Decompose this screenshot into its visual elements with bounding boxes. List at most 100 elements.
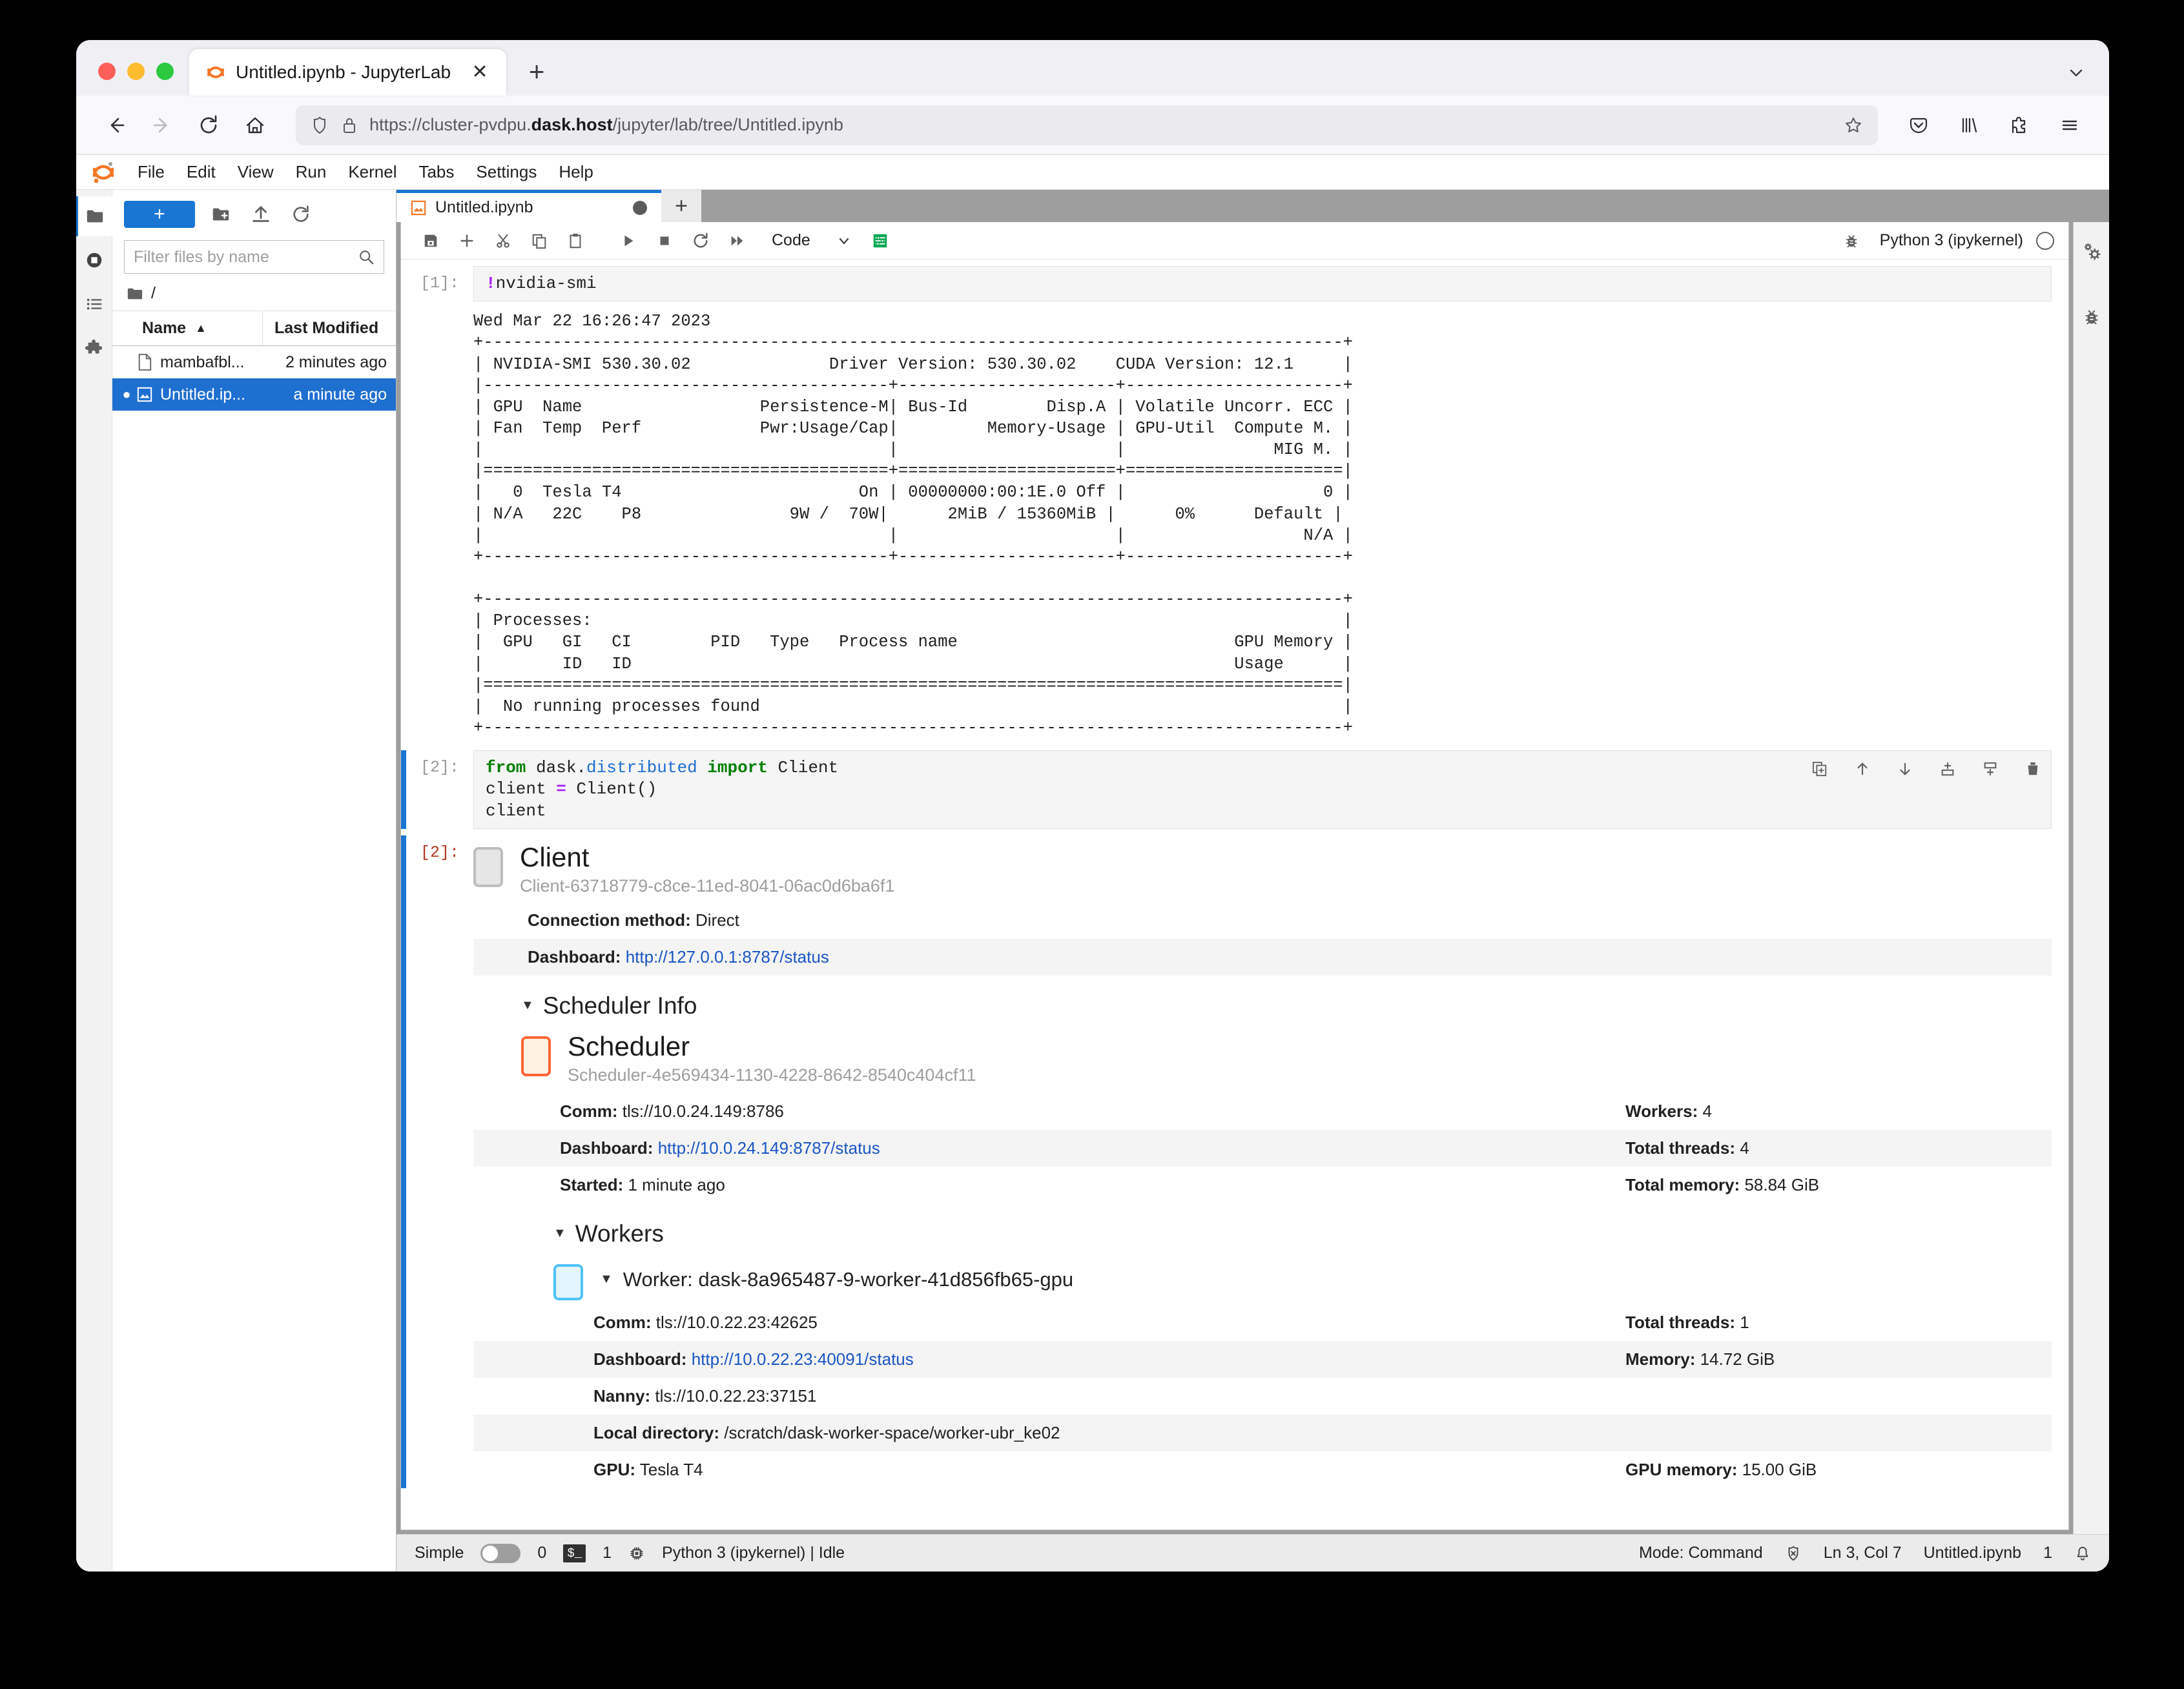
- add-tab-button[interactable]: +: [661, 190, 701, 222]
- kernel-count[interactable]: 0: [537, 1544, 546, 1562]
- bookmark-star-icon[interactable]: [1843, 115, 1864, 136]
- scheduler-info-section[interactable]: ▼ Scheduler Info: [473, 992, 2052, 1019]
- kernel-status-indicator[interactable]: [2036, 231, 2054, 250]
- notification-count[interactable]: 1: [2043, 1544, 2052, 1562]
- run-cell-icon[interactable]: [613, 225, 644, 256]
- worker-dashboard-link[interactable]: http://10.0.22.23:40091/status: [692, 1349, 914, 1369]
- menu-help[interactable]: Help: [548, 158, 604, 186]
- upload-icon[interactable]: [247, 200, 275, 229]
- kernel-name-label[interactable]: Python 3 (ipykernel): [1880, 231, 2023, 250]
- menu-view[interactable]: View: [227, 158, 285, 186]
- menu-kernel[interactable]: Kernel: [337, 158, 407, 186]
- list-item[interactable]: ● Untitled.ip... a minute ago: [112, 378, 396, 411]
- app-menu-icon[interactable]: [2050, 105, 2090, 145]
- minimize-window-button[interactable]: [127, 63, 145, 80]
- scheduler-threads-text: Total threads: 4: [1625, 1138, 2052, 1158]
- property-inspector-icon[interactable]: [2074, 231, 2110, 271]
- stop-kernel-icon[interactable]: [649, 225, 680, 256]
- notebook-cell[interactable]: [2]: from dask.distributed import Client…: [401, 750, 2068, 829]
- breadcrumb-root[interactable]: /: [151, 284, 156, 303]
- sidebar-item-table-of-contents[interactable]: [76, 284, 112, 324]
- breadcrumb[interactable]: /: [112, 280, 396, 311]
- home-icon[interactable]: [235, 105, 275, 145]
- scheduler-threads-value: 4: [1740, 1138, 1749, 1158]
- notebook-toolbar: Code Python 3 (ipykernel): [401, 222, 2068, 260]
- jupyterlab-app: File Edit View Run Kernel Tabs Settings …: [76, 155, 2109, 1571]
- file-filter-box[interactable]: [124, 240, 384, 274]
- worker-row-nanny: Nanny: tls://10.0.22.23:37151: [473, 1378, 2052, 1415]
- library-icon[interactable]: [1949, 105, 1989, 145]
- worker-row-localdir: Local directory: /scratch/dask-worker-sp…: [473, 1414, 2052, 1451]
- restart-and-run-all-icon[interactable]: [721, 225, 752, 256]
- terminal-icon[interactable]: $_: [563, 1544, 586, 1562]
- save-icon[interactable]: [415, 225, 446, 256]
- menu-file[interactable]: File: [127, 158, 176, 186]
- shield-icon[interactable]: [310, 116, 329, 135]
- refresh-icon[interactable]: [287, 200, 315, 229]
- menu-tabs[interactable]: Tabs: [407, 158, 465, 186]
- menu-settings[interactable]: Settings: [465, 158, 548, 186]
- render-toggle-icon[interactable]: [865, 225, 896, 256]
- worker-row-comm: Comm: tls://10.0.22.23:42625 Total threa…: [473, 1304, 2052, 1341]
- restart-kernel-icon[interactable]: [685, 225, 716, 256]
- delete-cell-icon[interactable]: [2019, 755, 2046, 783]
- cell-type-value: Code: [772, 231, 810, 249]
- code-editor[interactable]: !nvidia-smi: [473, 266, 2052, 302]
- simple-mode-toggle[interactable]: [480, 1543, 521, 1563]
- menu-run[interactable]: Run: [285, 158, 338, 186]
- edit-mode-label[interactable]: Mode: Command: [1639, 1544, 1763, 1562]
- close-icon[interactable]: ✕: [468, 60, 492, 85]
- lock-icon[interactable]: [340, 116, 359, 135]
- address-bar[interactable]: https://cluster-pvdpu.dask.host/jupyter/…: [296, 105, 1878, 145]
- sidebar-item-running-terminals[interactable]: [76, 240, 112, 280]
- list-item[interactable]: mambafbl... 2 minutes ago: [112, 346, 396, 378]
- sidebar-item-file-browser[interactable]: [76, 196, 112, 236]
- insert-cell-below-icon[interactable]: [1977, 755, 2004, 783]
- move-cell-up-icon[interactable]: [1849, 755, 1876, 783]
- cut-icon[interactable]: [488, 225, 519, 256]
- close-window-button[interactable]: [98, 63, 116, 80]
- back-icon[interactable]: [96, 105, 136, 145]
- paste-icon[interactable]: [560, 225, 591, 256]
- url-domain: dask.host: [531, 115, 613, 134]
- move-cell-down-icon[interactable]: [1891, 755, 1919, 783]
- worker-localdir-label: Local directory:: [593, 1422, 720, 1442]
- connection-method-text: Connection method: Direct: [521, 910, 2052, 930]
- cpu-icon[interactable]: [628, 1545, 645, 1562]
- terminal-count[interactable]: 1: [603, 1544, 612, 1562]
- column-header-last-modified[interactable]: Last Modified: [263, 311, 396, 345]
- extensions-icon[interactable]: [1999, 105, 2039, 145]
- cursor-position[interactable]: Ln 3, Col 7: [1824, 1544, 1902, 1562]
- workers-section[interactable]: ▼ Workers: [473, 1220, 2052, 1247]
- menu-edit[interactable]: Edit: [176, 158, 227, 186]
- notebook-scroll-area[interactable]: [1]: !nvidia-smi Wed Mar 22 16:26:47 202…: [401, 260, 2068, 1530]
- column-header-name[interactable]: Name ▲: [112, 311, 263, 345]
- copy-icon[interactable]: [524, 225, 555, 256]
- client-dashboard-link[interactable]: http://127.0.0.1:8787/status: [626, 947, 829, 967]
- kernel-status-text[interactable]: Python 3 (ipykernel) | Idle: [662, 1544, 845, 1562]
- pocket-icon[interactable]: [1899, 105, 1939, 145]
- browser-tab[interactable]: Untitled.ipynb - JupyterLab ✕: [189, 49, 507, 96]
- new-folder-icon[interactable]: [207, 200, 235, 229]
- debugger-icon[interactable]: [2074, 297, 2110, 337]
- insert-cell-icon[interactable]: [451, 225, 482, 256]
- new-tab-button[interactable]: +: [518, 53, 555, 90]
- maximize-window-button[interactable]: [156, 63, 174, 80]
- search-input[interactable]: [134, 247, 353, 267]
- forward-icon[interactable]: [142, 105, 182, 145]
- chevron-down-icon[interactable]: [2065, 62, 2087, 84]
- shield-x-icon[interactable]: [1785, 1545, 1802, 1562]
- code-module: dask.: [526, 758, 587, 778]
- notebook-cell[interactable]: [1]: !nvidia-smi Wed Mar 22 16:26:47 202…: [401, 266, 2068, 741]
- tab-untitled-notebook[interactable]: Untitled.ipynb: [397, 190, 661, 222]
- new-launcher-button[interactable]: +: [124, 201, 195, 228]
- worker-header[interactable]: ▼ Worker: dask-8a965487-9-worker-41d856f…: [473, 1259, 2052, 1300]
- sidebar-item-extension-manager[interactable]: [76, 328, 112, 368]
- insert-cell-above-icon[interactable]: [1934, 755, 1961, 783]
- debugger-bug-icon[interactable]: [1836, 225, 1867, 256]
- bell-icon[interactable]: [2074, 1545, 2091, 1562]
- scheduler-dashboard-link[interactable]: http://10.0.24.149:8787/status: [658, 1138, 880, 1158]
- duplicate-cell-icon[interactable]: [1806, 755, 1833, 783]
- cell-type-dropdown[interactable]: Code: [757, 227, 860, 255]
- reload-icon[interactable]: [189, 105, 229, 145]
